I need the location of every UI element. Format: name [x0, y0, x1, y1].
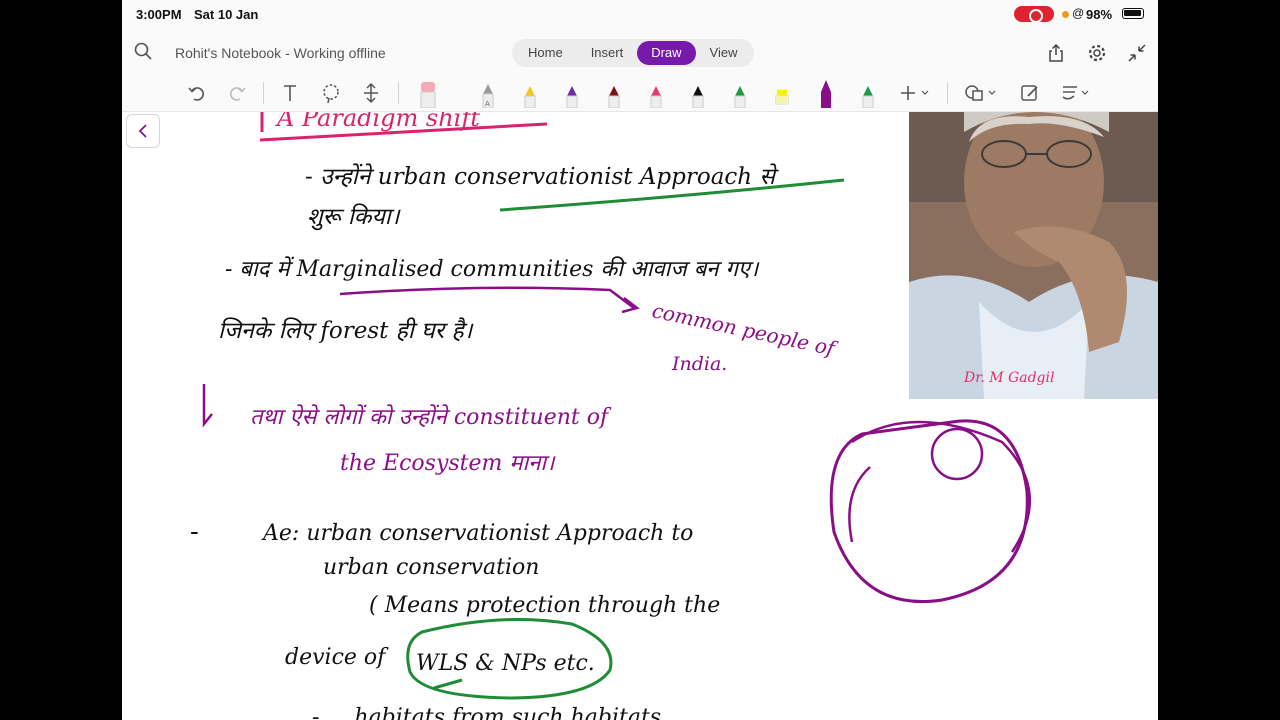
- orientation-lock-icon: @: [1072, 6, 1085, 20]
- line-3b: the Ecosystem माना।: [340, 451, 556, 476]
- status-date: Sat 10 Jan: [194, 7, 259, 22]
- divider: [947, 82, 948, 104]
- tab-draw[interactable]: Draw: [637, 41, 696, 65]
- battery-icon: [1122, 8, 1144, 19]
- line-2a: - बाद में Marginalised communities की आव…: [225, 256, 760, 282]
- note-canvas[interactable]: Dr. M Gadgil A Paradigm shift - उन्होंने…: [122, 112, 1158, 720]
- line-5b-circled: WLS & NPs etc.: [416, 651, 595, 676]
- battery-percent: 98%: [1086, 7, 1113, 22]
- heading-text: A Paradigm shift: [275, 112, 480, 132]
- line-6-partial: - ... habitats from such habitats: [312, 705, 661, 720]
- handwriting-layer: A Paradigm shift - उन्होंने urban conser…: [190, 112, 1031, 720]
- pen-violet-icon[interactable]: [564, 80, 580, 108]
- line-3a: तथा ऐसे लोगों को उन्होंने constituent of: [250, 404, 612, 430]
- pen-yellow-icon[interactable]: [522, 80, 538, 108]
- shapes-icon[interactable]: [964, 82, 1000, 104]
- collapse-icon[interactable]: [1127, 43, 1147, 63]
- divider: [398, 82, 399, 104]
- svg-text:A: A: [485, 100, 490, 108]
- pen-green-icon[interactable]: [732, 80, 748, 108]
- ink-to-text-icon[interactable]: [1060, 82, 1094, 104]
- title-bar: Rohit's Notebook - Working offline Home …: [122, 28, 1158, 76]
- ink-to-shape-icon[interactable]: [1019, 82, 1041, 104]
- line-1a: - उन्होंने urban conservationist Approac…: [305, 163, 779, 190]
- tab-view[interactable]: View: [696, 41, 752, 65]
- line-4b: urban conservation: [323, 555, 539, 580]
- pen-maroon-icon[interactable]: [606, 80, 622, 108]
- pencil-tool-icon[interactable]: A: [480, 80, 496, 108]
- share-icon[interactable]: [1046, 43, 1066, 63]
- side-note-line-2: India.: [671, 353, 727, 375]
- pen-pink-icon[interactable]: [648, 80, 664, 108]
- eraser-tool-icon[interactable]: [420, 80, 436, 108]
- onenote-app: 3:00PM Sat 10 Jan @ 98% Rohit's Notebook…: [122, 0, 1158, 720]
- settings-gear-icon[interactable]: [1087, 43, 1107, 63]
- status-bar: 3:00PM Sat 10 Jan @ 98%: [122, 0, 1158, 28]
- status-time: 3:00PM: [136, 7, 182, 22]
- line-5a: ( Means protection through the: [369, 593, 720, 618]
- line-4-dash: -: [190, 517, 199, 547]
- screen-recording-icon[interactable]: [1014, 6, 1054, 23]
- lasso-select-icon[interactable]: [320, 82, 342, 104]
- draw-ribbon: A: [122, 76, 1158, 112]
- ribbon-tabs: Home Insert Draw View: [512, 39, 754, 67]
- notebook-title: Rohit's Notebook - Working offline: [175, 45, 386, 61]
- line-4a: Ae: urban conservationist Approach to: [261, 521, 693, 546]
- redo-icon[interactable]: [226, 82, 248, 104]
- mic-indicator-icon: [1062, 11, 1069, 18]
- text-mode-icon[interactable]: [279, 82, 301, 104]
- pen-black-icon[interactable]: [690, 80, 706, 108]
- search-icon[interactable]: [134, 42, 152, 60]
- undo-icon[interactable]: [186, 82, 208, 104]
- line-2b: जिनके लिए forest ही घर है।: [218, 317, 474, 344]
- line-1b: शुरू किया।: [307, 203, 401, 231]
- tab-home[interactable]: Home: [514, 41, 577, 65]
- insert-space-icon[interactable]: [360, 82, 382, 104]
- add-pen-icon[interactable]: [898, 82, 932, 104]
- pen-green-2-icon[interactable]: [860, 80, 876, 108]
- divider: [263, 82, 264, 104]
- line-5b-prefix: device of: [285, 645, 389, 670]
- highlighter-yellow-icon[interactable]: [774, 80, 790, 108]
- tab-insert[interactable]: Insert: [577, 41, 638, 65]
- pen-purple-selected-icon[interactable]: [818, 80, 834, 108]
- side-note-line-1: common people of: [650, 298, 840, 361]
